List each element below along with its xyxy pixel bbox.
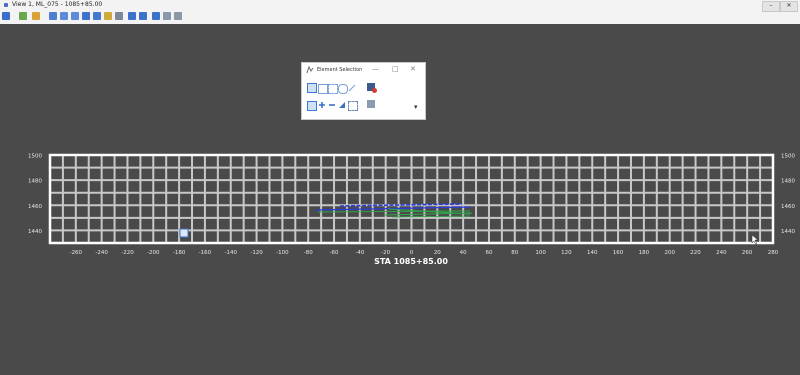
y-tick-label: 1480 [28, 179, 42, 185]
x-tick-label: 200 [664, 250, 675, 256]
filter-badge-icon [372, 88, 377, 93]
x-tick-label: 160 [613, 250, 624, 256]
dialog-close-button[interactable]: ✕ [410, 65, 416, 73]
x-tick-label: 80 [511, 250, 518, 256]
grid-lines [50, 155, 773, 243]
x-tick-label: 120 [561, 250, 572, 256]
x-tick-label: -140 [225, 250, 238, 256]
y-tick-label: 1500 [28, 154, 42, 160]
y-tick-label: 1480 [781, 179, 795, 185]
x-tick-label: -220 [121, 250, 134, 256]
y-axis-labels-right: 1500 1480 1460 1440 [781, 154, 795, 235]
y-tick-label: 1440 [781, 229, 795, 235]
deselect-all-icon[interactable] [367, 100, 375, 108]
subtract-mode-icon[interactable] [328, 101, 336, 109]
x-tick-label: 20 [434, 250, 441, 256]
x-tick-label: 40 [460, 250, 467, 256]
x-tick-label: 60 [485, 250, 492, 256]
y-tick-label: 1440 [28, 229, 42, 235]
shape-select-icon[interactable] [328, 84, 338, 94]
x-tick-label: 140 [587, 250, 598, 256]
x-tick-label: -60 [330, 250, 339, 256]
dialog-expand-dropdown[interactable]: ▾ [414, 103, 418, 111]
y-axis-labels-left: 1500 1480 1460 1440 [28, 154, 42, 235]
x-tick-label: -160 [199, 250, 212, 256]
block-select-icon[interactable] [318, 84, 328, 94]
x-tick-label: 260 [742, 250, 753, 256]
circle-select-icon[interactable] [338, 84, 348, 94]
x-tick-label: -200 [147, 250, 160, 256]
x-tick-label: 280 [768, 250, 779, 256]
x-tick-label: -240 [95, 250, 108, 256]
x-tick-label: -180 [173, 250, 186, 256]
dialog-title: Element Selection [317, 67, 363, 73]
element-selection-dialog: Element Selection — □ ✕ ▾ [301, 62, 426, 120]
x-tick-label: -260 [70, 250, 83, 256]
x-tick-label: 100 [535, 250, 546, 256]
x-tick-label: -100 [276, 250, 289, 256]
station-marker[interactable] [179, 228, 189, 238]
dialog-minimize-button[interactable]: — [372, 65, 379, 73]
add-mode-icon[interactable] [307, 101, 317, 111]
x-tick-label: 180 [639, 250, 650, 256]
add-plus-icon[interactable] [318, 101, 326, 109]
clear-mode-icon[interactable] [348, 101, 358, 111]
x-tick-label: 0 [410, 250, 414, 256]
x-axis-labels: -260 -240 -220 -200 -180 -160 -140 -120 -100 -80-… [70, 250, 779, 256]
x-tick-label: -80 [304, 250, 313, 256]
cross-section-view[interactable]: 1500 1480 1460 1440 1500 1480 1460 1440 -260 -2… [0, 0, 800, 375]
y-tick-label: 1460 [781, 204, 795, 210]
x-tick-label: -40 [355, 250, 364, 256]
invert-mode-icon[interactable] [338, 101, 346, 109]
y-tick-label: 1500 [781, 154, 795, 160]
dialog-maximize-button[interactable]: □ [392, 65, 399, 73]
x-tick-label: 220 [690, 250, 701, 256]
x-tick-label: 240 [716, 250, 727, 256]
individual-select-icon[interactable] [307, 83, 317, 93]
y-tick-label: 1460 [28, 204, 42, 210]
station-label: STA 1085+85.00 [374, 257, 448, 266]
element-selection-icon [306, 66, 314, 74]
x-tick-label: -20 [381, 250, 390, 256]
x-tick-label: -120 [250, 250, 263, 256]
line-select-icon[interactable] [348, 84, 356, 92]
